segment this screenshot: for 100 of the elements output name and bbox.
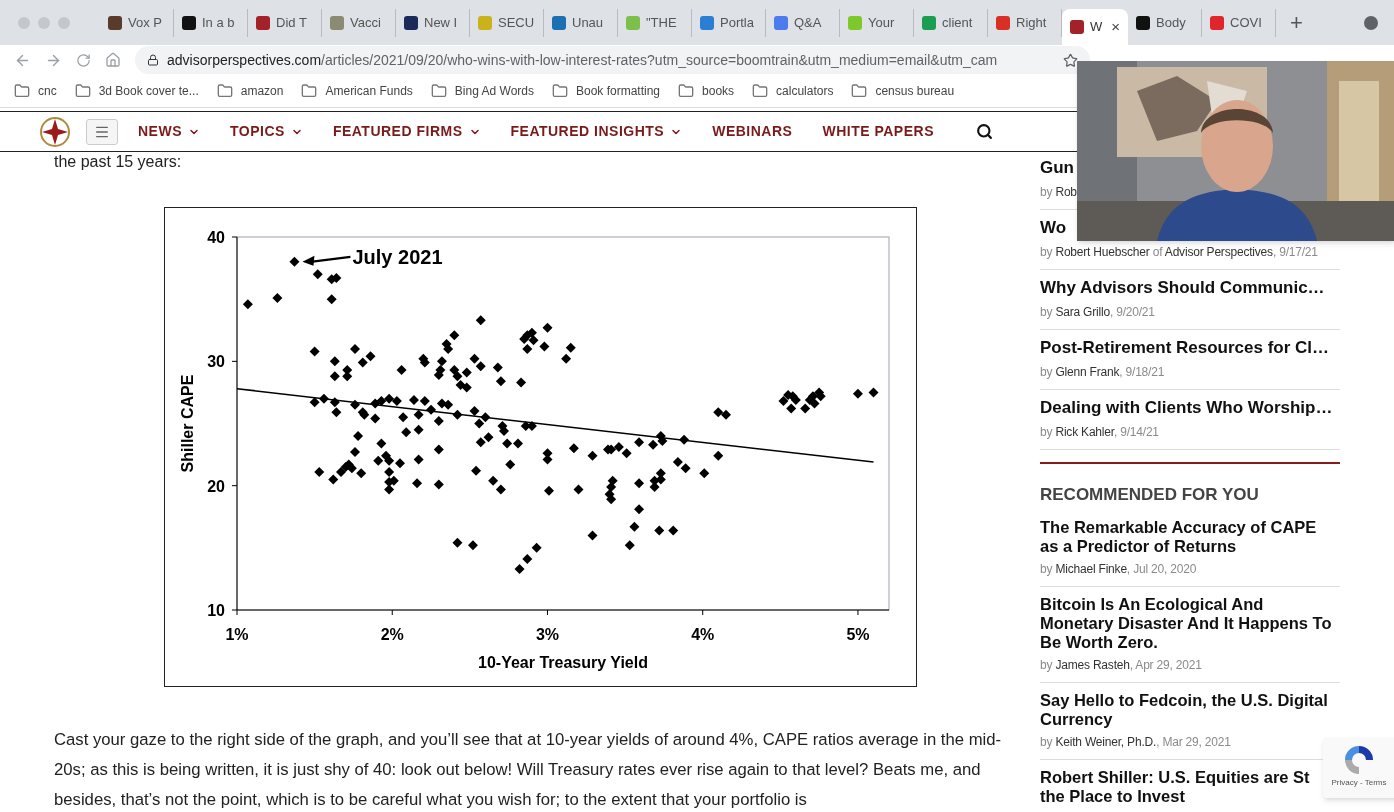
folder-icon: [752, 83, 769, 99]
folder-icon: [851, 83, 868, 99]
folder-icon: [678, 83, 695, 99]
bookmark-item[interactable]: cnc: [14, 82, 57, 100]
byline-name: Rick Kahler: [1055, 425, 1114, 439]
lock-icon: [147, 54, 159, 66]
byline-text: , 9/20/21: [1109, 305, 1155, 319]
browser-tab[interactable]: New I: [396, 8, 470, 37]
browser-tab[interactable]: Q&A: [766, 8, 840, 37]
byline-text: , 9/14/21: [1113, 425, 1159, 439]
browser-tab[interactable]: Right: [988, 8, 1062, 37]
x-tick-label: 3%: [535, 626, 560, 643]
section-heading: RECOMMENDED FOR YOU: [1040, 484, 1260, 506]
y-tick-label: 40: [207, 229, 225, 246]
nav-link[interactable]: FEATURED INSIGHTS: [510, 121, 683, 142]
browser-tab[interactable]: Unau: [544, 8, 618, 37]
bookmark-item[interactable]: American Funds: [301, 82, 413, 100]
byline-text: by: [1040, 657, 1053, 672]
browser-tab[interactable]: SECU: [470, 8, 544, 37]
nav-link[interactable]: FEATURED FIRMS: [332, 121, 481, 142]
x-tick-label: 5%: [846, 626, 870, 643]
menu-button[interactable]: [86, 118, 118, 145]
bookmark-item[interactable]: books: [678, 82, 735, 100]
bookmark-item[interactable]: amazon: [216, 82, 284, 100]
byline-text: by: [1040, 305, 1053, 319]
article-link[interactable]: Dealing with Clients Who Worship…: [1040, 397, 1333, 419]
article-link[interactable]: Wo: [1040, 217, 1067, 239]
byline-text: by: [1040, 245, 1053, 259]
bookmark-item[interactable]: 3d Book cover te...: [74, 82, 199, 100]
article-link[interactable]: Why Advisors Should Communic…: [1040, 277, 1325, 299]
browser-tab[interactable]: "THE: [618, 8, 692, 37]
url-text: advisorperspectives.com/articles/2021/09/20/who-wins-with-low-interest-rates?utm_source=boomtrain&utm_medium=email&utm_cam: [167, 50, 998, 70]
byline-name: James Rasteh: [1055, 657, 1130, 672]
browser-tab[interactable]: Vox P: [100, 8, 174, 37]
article-link[interactable]: The Remarkable Accuracy of CAPE as a Predictor of Returns: [1040, 517, 1335, 556]
article-link[interactable]: Bitcoin Is An Ecological And Monetary Disaster And It Happens To Be Worth Zero.: [1040, 594, 1335, 652]
browser-tab[interactable]: client: [914, 8, 988, 37]
byline-text: , Jul 20, 2020: [1126, 561, 1197, 576]
close-tab-button[interactable]: ×: [1111, 15, 1120, 39]
byline-name: Sara Grillo: [1055, 305, 1110, 319]
x-axis-label: 10-Year Treasury Yield: [478, 654, 648, 671]
byline-text: , 9/17/21: [1272, 245, 1318, 259]
byline-text: by: [1040, 425, 1053, 439]
y-tick-label: 10: [207, 602, 225, 619]
article-link[interactable]: Say Hello to Fedcoin, the U.S. Digital Currency: [1040, 690, 1335, 729]
browser-tab[interactable]: Portla: [692, 8, 766, 37]
x-tick-label: 2%: [380, 626, 404, 643]
search-icon[interactable]: [975, 123, 993, 140]
home-icon[interactable]: [105, 52, 121, 68]
recaptcha-links[interactable]: Privacy - Terms: [1331, 777, 1387, 789]
annotation-arrow: [302, 255, 351, 266]
browser-tab[interactable]: Did T: [248, 8, 322, 37]
new-tab-button[interactable]: +: [1290, 6, 1303, 39]
profile-menu-icon[interactable]: [1364, 15, 1378, 30]
x-tick-label: 4%: [691, 626, 715, 643]
bookmark-item[interactable]: Book formatting: [552, 82, 661, 100]
byline-text: by: [1040, 185, 1053, 199]
bookmark-star-icon[interactable]: [1063, 52, 1078, 68]
x-tick-label: 1%: [225, 626, 249, 643]
browser-tab[interactable]: Your: [840, 8, 914, 37]
byline-text: , Apr 29, 2021: [1129, 657, 1202, 672]
byline-name: Robert Huebscher: [1055, 245, 1150, 259]
folder-icon: [74, 83, 91, 99]
folder-icon: [552, 83, 568, 99]
byline-text: by: [1040, 365, 1053, 379]
folder-icon: [14, 83, 30, 99]
byline-name: Rob: [1055, 185, 1077, 199]
browser-tab[interactable]: In a b: [174, 8, 248, 37]
bookmark-item[interactable]: Bing Ad Words: [430, 82, 534, 100]
reload-icon[interactable]: [76, 52, 91, 68]
byline-text: , Mar 29, 2021: [1156, 734, 1231, 749]
article-link[interactable]: Gun: [1040, 157, 1074, 179]
folder-icon: [430, 83, 447, 99]
byline-text: by: [1040, 561, 1053, 576]
y-tick-label: 30: [207, 353, 225, 371]
browser-tab[interactable]: W ×: [1062, 9, 1128, 45]
browser-tab[interactable]: COVI: [1202, 8, 1276, 37]
article-link[interactable]: Post-Retirement Resources for Cl…: [1040, 337, 1330, 359]
article-text: the past 15 years:: [54, 153, 183, 171]
byline-text: by: [1040, 734, 1053, 749]
y-tick-label: 20: [207, 477, 225, 495]
browser-tab[interactable]: Vacci: [322, 8, 396, 37]
nav-link[interactable]: TOPICS: [230, 121, 303, 142]
folder-icon: [216, 83, 233, 99]
recaptcha-badge[interactable]: Privacy - Terms: [1323, 737, 1394, 798]
compass-logo-icon[interactable]: [40, 116, 70, 147]
bookmark-item[interactable]: calculators: [752, 82, 834, 100]
article-link[interactable]: Robert Shiller: U.S. Equities are St the Place to Invest: [1040, 767, 1321, 806]
nav-link[interactable]: NEWS: [138, 121, 200, 142]
address-bar[interactable]: advisorperspectives.com/articles/2021/09/20/who-wins-with-low-interest-rates?utm_source=boomtrain&utm_medium=email&utm_cam: [135, 46, 1090, 74]
folder-icon: [301, 83, 318, 99]
byline-name: Michael Finke: [1055, 561, 1127, 576]
article-paragraph: Cast your gaze to the right side of the graph, and you’ll see that at 10-year yields of around 4%, CAPE ratios average in the mid-20s; as this is being written, it is just shy of 40: look out below! Will Treasury rates ever rise again to that level? Beats me, and besides, that’s not the point, which is to be careful what you wish for; to the extent that your portfolio is: [54, 729, 1003, 811]
bookmark-item[interactable]: census bureau: [851, 82, 955, 100]
browser-tab[interactable]: Body: [1128, 8, 1202, 37]
nav-link[interactable]: WEBINARS: [712, 121, 793, 142]
annotation-label: July 2021: [352, 245, 443, 268]
nav-link[interactable]: WHITE PAPERS: [822, 121, 934, 142]
y-axis-label: Shiller CAPE: [179, 374, 196, 473]
byline-name: Advisor Perspectives: [1164, 245, 1273, 259]
